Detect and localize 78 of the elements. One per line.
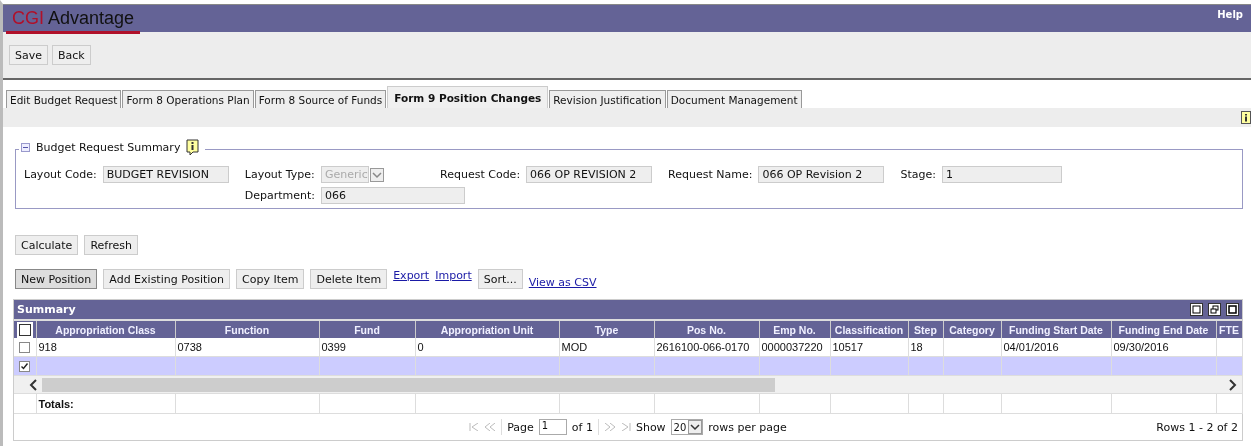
row-checkbox[interactable]: [19, 361, 31, 373]
page-count: of 1: [571, 420, 593, 434]
column-header[interactable]: Pos No.: [654, 321, 759, 338]
table-cell: 09/30/2016: [1113, 341, 1169, 353]
grid-button[interactable]: Add Existing Position: [103, 269, 231, 289]
horizontal-scrollbar[interactable]: [14, 376, 1241, 393]
row-checkbox[interactable]: [19, 342, 31, 354]
table-cell: 918: [38, 341, 57, 353]
table-cell: MOD: [561, 341, 588, 353]
window-icon[interactable]: [1226, 303, 1239, 316]
info-icon[interactable]: [1241, 110, 1251, 125]
table-cell: 04/01/2016: [1003, 341, 1059, 353]
show-label: Show: [635, 420, 666, 434]
column-header[interactable]: Function: [175, 321, 319, 338]
grid-link[interactable]: Export: [393, 269, 430, 282]
table-cell: 10517: [832, 341, 864, 353]
totals-label: Totals:: [38, 397, 74, 410]
input-field[interactable]: 1: [941, 166, 1062, 183]
field-label: Request Code:: [440, 168, 521, 181]
table-cell: 0399: [321, 341, 346, 353]
column-header[interactable]: Step: [908, 321, 943, 338]
column-header[interactable]: Type: [559, 321, 654, 338]
column-header[interactable]: FTE: [1216, 321, 1242, 338]
table-cell: 18: [910, 341, 923, 353]
tab[interactable]: Document Management: [666, 90, 802, 108]
toolbar-button[interactable]: Back: [52, 45, 91, 65]
rows-per-page-label: rows per page: [708, 420, 787, 434]
field-label: Stage:: [900, 168, 936, 181]
table-cell: 0738: [177, 341, 202, 353]
info-icon[interactable]: [186, 139, 200, 156]
scroll-right-icon[interactable]: [1227, 378, 1238, 391]
column-header[interactable]: Appropriation Class: [36, 321, 175, 338]
field-label: Layout Code:: [24, 168, 97, 181]
action-button[interactable]: Calculate: [15, 235, 79, 255]
maximize-icon[interactable]: [1190, 303, 1203, 316]
input-field[interactable]: 066 OP REVISION 2: [526, 166, 653, 183]
action-button[interactable]: Refresh: [84, 235, 138, 255]
tab[interactable]: Edit Budget Request: [6, 90, 122, 108]
input-field[interactable]: 066: [321, 187, 466, 204]
tab[interactable]: Form 8 Operations Plan: [122, 90, 254, 108]
field-label: Department:: [244, 189, 316, 202]
table-cell: 0000037220: [761, 341, 823, 353]
help-link[interactable]: Help: [1209, 5, 1251, 24]
restore-icon[interactable]: [1208, 303, 1221, 316]
tab[interactable]: Form 8 Source of Funds: [254, 90, 387, 108]
grid-link[interactable]: View as CSV: [528, 276, 597, 289]
input-field[interactable]: BUDGET REVISION: [102, 166, 229, 183]
column-header[interactable]: Fund: [319, 321, 415, 338]
grid-button[interactable]: Delete Item: [310, 269, 388, 289]
page-label: Page: [507, 420, 534, 434]
field-label: Request Name:: [668, 168, 753, 181]
table-row[interactable]: 918 0738 0399 0 MOD 2616100-066-0170 0000037220 10517 18 04/01/2016 09/30/2016: [14, 338, 1242, 357]
panel-title: Budget Request Summary: [36, 141, 181, 154]
column-header[interactable]: Category: [943, 321, 1001, 338]
grid-link[interactable]: Import: [435, 269, 472, 282]
tab[interactable]: Form 9 Position Changes: [387, 86, 549, 108]
grid-button[interactable]: Sort...: [477, 269, 523, 289]
scrollbar-thumb[interactable]: [42, 377, 775, 392]
table-cell: 0: [417, 341, 424, 353]
table-cell: 2616100-066-0170: [656, 341, 750, 353]
grid-button[interactable]: Copy Item: [236, 269, 305, 289]
tab[interactable]: Revision Justification: [549, 90, 666, 108]
grid-button[interactable]: New Position: [15, 269, 98, 289]
select-all-checkbox[interactable]: [16, 321, 33, 338]
grid-title: Summary: [17, 303, 76, 316]
scroll-left-icon[interactable]: [28, 378, 38, 391]
column-header[interactable]: Appropriation Unit: [415, 321, 559, 338]
field-label: Layout Type:: [244, 168, 316, 181]
toolbar-button[interactable]: Save: [9, 45, 48, 65]
column-header[interactable]: Emp No.: [759, 321, 830, 338]
rows-per-page-select[interactable]: 20: [670, 419, 704, 435]
input-field[interactable]: 066 OP Revision 2: [758, 166, 885, 183]
row-range: Rows 1 - 2 of 2: [1156, 420, 1238, 434]
page-input[interactable]: 1: [538, 419, 567, 435]
column-header[interactable]: Funding Start Date: [1001, 321, 1111, 338]
collapse-icon[interactable]: [21, 143, 30, 152]
column-header[interactable]: Classification: [830, 321, 908, 338]
column-header[interactable]: Funding End Date: [1111, 321, 1216, 338]
